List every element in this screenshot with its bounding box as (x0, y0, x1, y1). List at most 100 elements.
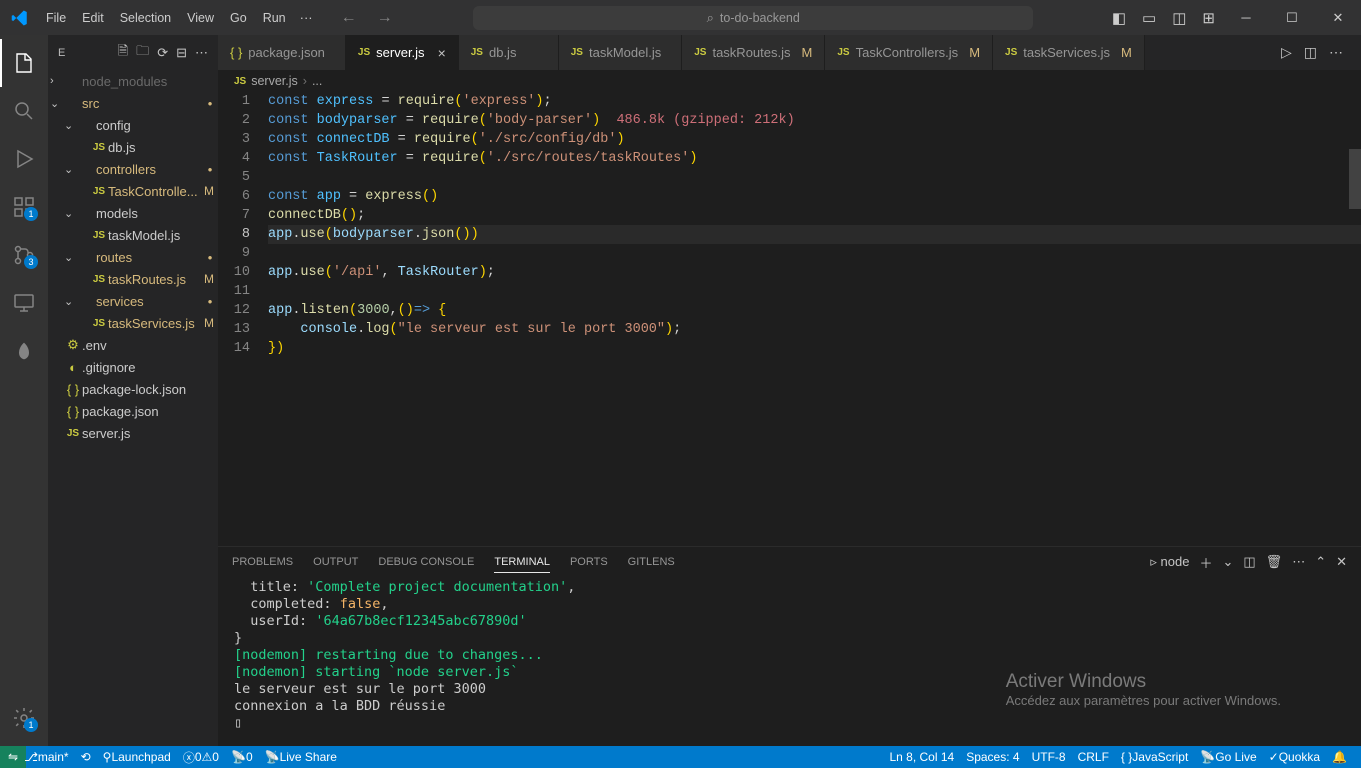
code-line[interactable]: const connectDB = require('./src/config/… (268, 130, 1361, 149)
code-line[interactable]: const express = require('express'); (268, 92, 1361, 111)
tab-server-js[interactable]: JSserver.js× (346, 35, 459, 70)
scrollbar-thumb[interactable] (1349, 149, 1361, 209)
run-debug-icon[interactable] (0, 135, 48, 183)
mongodb-icon[interactable] (0, 327, 48, 375)
shell-picker[interactable]: ▹ node (1150, 554, 1189, 570)
search-icon[interactable] (0, 87, 48, 135)
chevron-down-icon[interactable]: ⌄ (1222, 554, 1233, 570)
panel-tab-debug-console[interactable]: DEBUG CONSOLE (378, 552, 474, 572)
file-db-js[interactable]: JSdb.js (48, 136, 218, 158)
language-mode[interactable]: { } JavaScript (1115, 746, 1194, 768)
panel-tab-problems[interactable]: PROBLEMS (232, 552, 293, 572)
menu-view[interactable]: View (179, 5, 222, 31)
code-line[interactable]: const app = express() (268, 187, 1361, 206)
code-line[interactable]: }) (268, 339, 1361, 358)
problems[interactable]: ⓧ 0 ⚠ 0 (177, 746, 225, 768)
explorer-icon[interactable] (0, 39, 48, 87)
code-body[interactable]: const express = require('express');const… (268, 92, 1361, 546)
menu-file[interactable]: File (38, 5, 74, 31)
file-server-js[interactable]: JSserver.js (48, 422, 218, 444)
notifications-icon[interactable]: 🔔 (1326, 746, 1353, 768)
split-icon[interactable]: ◫ (1298, 40, 1323, 65)
go-live[interactable]: 📡 Go Live (1194, 746, 1262, 768)
nav-forward-icon[interactable]: → (367, 5, 403, 31)
nav-back-icon[interactable]: ← (331, 5, 367, 31)
file--gitignore[interactable]: ◐.gitignore (48, 356, 218, 378)
maximize-panel-icon[interactable]: ⌃ (1315, 554, 1326, 570)
source-control-icon[interactable]: 3 (0, 231, 48, 279)
eol[interactable]: CRLF (1072, 746, 1115, 768)
file-package-json[interactable]: { }package.json (48, 400, 218, 422)
new-folder-icon[interactable]: 🗀 (136, 42, 149, 64)
tab-package-json[interactable]: { }package.json (218, 35, 346, 70)
refresh-icon[interactable]: ⟳ (157, 45, 168, 61)
live-share[interactable]: 📡 Live Share (259, 746, 343, 768)
terminal-output[interactable]: title: 'Complete project documentation',… (218, 577, 1361, 746)
layout-sidebar-icon[interactable]: ◫ (1164, 5, 1194, 31)
maximize-icon[interactable]: ☐ (1269, 2, 1315, 34)
file-taskRoutes-js[interactable]: JStaskRoutes.jsM (48, 268, 218, 290)
collapse-icon[interactable]: ⊟ (176, 45, 187, 61)
indentation[interactable]: Spaces: 4 (960, 746, 1025, 768)
code-line[interactable]: app.use('/api', TaskRouter); (268, 263, 1361, 282)
code-line[interactable]: const bodyparser = require('body-parser'… (268, 111, 1361, 130)
folder-controllers[interactable]: ⌄controllers• (48, 158, 218, 180)
launchpad[interactable]: ⚲ Launchpad (97, 746, 177, 768)
menu-run[interactable]: Run (255, 5, 294, 31)
layout-customize-icon[interactable]: ⊞ (1194, 5, 1223, 31)
tab-taskRoutes-js[interactable]: JStaskRoutes.jsM (682, 35, 825, 70)
quokka[interactable]: ✓ Quokka (1263, 746, 1326, 768)
split-terminal-icon[interactable]: ◫ (1243, 554, 1255, 570)
ports[interactable]: 📡 0 (225, 746, 259, 768)
file-TaskControlle-[interactable]: JSTaskControlle...M (48, 180, 218, 202)
more-icon[interactable]: ⋯ (1323, 40, 1349, 65)
sync-icon[interactable]: ⟲ (75, 746, 97, 768)
settings-gear-icon[interactable]: 1 (0, 694, 48, 742)
layout-pane-icon[interactable]: ◧ (1104, 5, 1134, 31)
menu-go[interactable]: Go (222, 5, 255, 31)
folder-node_modules[interactable]: ›node_modules (48, 70, 218, 92)
code-line[interactable] (268, 168, 1361, 187)
run-icon[interactable]: ▷ (1275, 40, 1298, 65)
more-icon[interactable]: ⋯ (1292, 554, 1305, 570)
file-taskModel-js[interactable]: JStaskModel.js (48, 224, 218, 246)
close-panel-icon[interactable]: ✕ (1336, 554, 1347, 570)
menu-selection[interactable]: Selection (112, 5, 179, 31)
code-line[interactable]: app.listen(3000,()=> { (268, 301, 1361, 320)
tab-taskServices-js[interactable]: JStaskServices.jsM (993, 35, 1145, 70)
extensions-icon[interactable]: 1 (0, 183, 48, 231)
panel-tab-output[interactable]: OUTPUT (313, 552, 358, 572)
code-line[interactable]: app.use(bodyparser.json()) (268, 225, 1361, 244)
encoding[interactable]: UTF-8 (1026, 746, 1072, 768)
cursor-position[interactable]: Ln 8, Col 14 (883, 746, 960, 768)
file-package-lock-json[interactable]: { }package-lock.json (48, 378, 218, 400)
code-editor[interactable]: 1234567891011121314 const express = requ… (218, 92, 1361, 546)
close-icon[interactable]: ✕ (1315, 2, 1361, 34)
layout-panel-icon[interactable]: ▭ (1134, 5, 1164, 31)
minimize-icon[interactable]: ─ (1223, 2, 1269, 33)
git-branch[interactable]: ⎇ main* (18, 746, 75, 768)
command-center[interactable]: ⌕to-do-backend (403, 6, 1104, 30)
folder-config[interactable]: ⌄config (48, 114, 218, 136)
folder-services[interactable]: ⌄services• (48, 290, 218, 312)
new-file-icon[interactable]: 🗎 (118, 42, 128, 64)
folder-routes[interactable]: ⌄routes• (48, 246, 218, 268)
remote-explorer-icon[interactable] (0, 279, 48, 327)
close-tab-icon[interactable]: × (438, 45, 446, 61)
tab-TaskControllers-js[interactable]: JSTaskControllers.jsM (825, 35, 993, 70)
more-icon[interactable]: ⋯ (195, 45, 208, 61)
more-menu-icon[interactable]: ··· (300, 10, 313, 25)
panel-tab-gitlens[interactable]: GITLENS (628, 552, 675, 572)
panel-tab-terminal[interactable]: TERMINAL (494, 552, 550, 573)
file-taskServices-js[interactable]: JStaskServices.jsM (48, 312, 218, 334)
code-line[interactable] (268, 282, 1361, 301)
code-line[interactable]: connectDB(); (268, 206, 1361, 225)
tab-taskModel-js[interactable]: JStaskModel.js (559, 35, 682, 70)
panel-tab-ports[interactable]: PORTS (570, 552, 608, 572)
folder-src[interactable]: ⌄src• (48, 92, 218, 114)
folder-models[interactable]: ⌄models (48, 202, 218, 224)
code-line[interactable]: const TaskRouter = require('./src/routes… (268, 149, 1361, 168)
tab-db-js[interactable]: JSdb.js (459, 35, 559, 70)
new-terminal-icon[interactable]: ＋ (1199, 553, 1212, 572)
code-line[interactable] (268, 244, 1361, 263)
